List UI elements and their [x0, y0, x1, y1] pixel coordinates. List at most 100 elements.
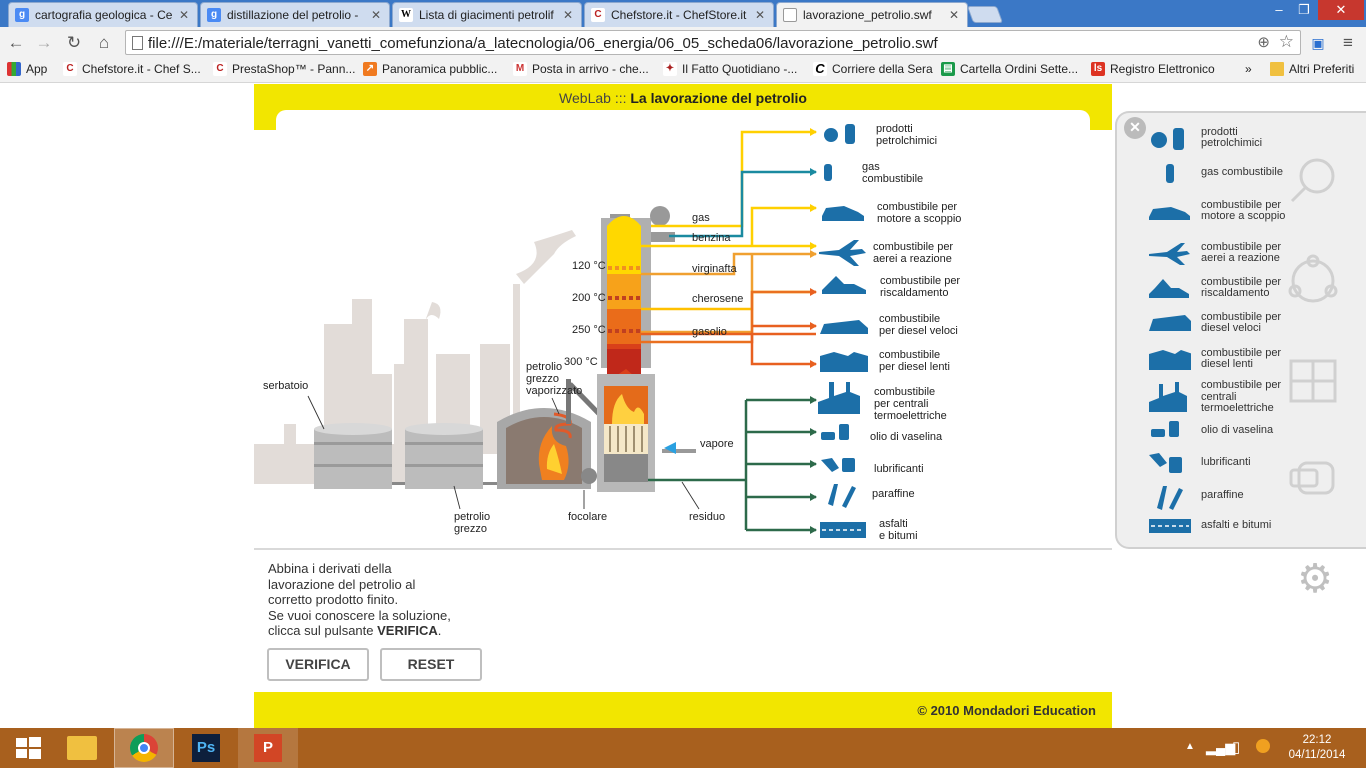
reload-icon[interactable]: ↻ — [62, 31, 86, 55]
maximize-icon[interactable]: ❐ — [1293, 0, 1315, 20]
chemical-products-icon — [1147, 125, 1191, 151]
product-label: per diesel lenti — [879, 361, 950, 373]
windows-taskbar: Ps P ▲ ▂▄▆ ▯ 22:12 04/11/2014 — [0, 728, 1366, 768]
panel-item-label: olio di vaselina — [1201, 424, 1274, 437]
power-plant-icon — [1147, 382, 1191, 413]
analytics-icon: ↗ — [363, 62, 377, 76]
product-label: prodotti — [876, 124, 913, 135]
address-bar[interactable]: file:///E:/materiale/terragni_vanetti_co… — [125, 30, 1301, 55]
panel-item-label: combustibile per aerei a reazione — [1201, 240, 1282, 264]
fast-train-icon — [820, 320, 868, 334]
bookmark-panoramica[interactable]: ↗ Panoramica pubblic... — [363, 62, 497, 76]
settings-gear-icon[interactable]: ⚙ — [1292, 556, 1338, 602]
powerpoint-button[interactable]: P — [238, 728, 298, 768]
instruction-end: . — [437, 623, 442, 639]
panel-item-power-plant[interactable]: combustibile per centrali termoelettrich… — [1147, 379, 1301, 415]
panel-item-ship[interactable]: combustibile per diesel lenti — [1147, 346, 1301, 372]
forward-icon[interactable]: → — [32, 31, 56, 55]
gas-bottle-icon — [1147, 160, 1191, 186]
bookmark-chefstore[interactable]: C Chefstore.it - Chef S... — [63, 62, 201, 76]
bookmark-fatto[interactable]: ✦ Il Fatto Quotidiano -... — [663, 62, 797, 76]
fraction-cherosene: cherosene — [692, 293, 743, 305]
oil-can-icon — [821, 458, 839, 472]
instruction-line: clicca sul pulsante VERIFICA. — [268, 623, 498, 639]
clock-time: 22:12 — [1302, 734, 1332, 746]
product-icons — [818, 124, 868, 538]
bookmark-registro[interactable]: ls Registro Elettronico — [1091, 62, 1215, 76]
file-explorer-button[interactable] — [54, 728, 110, 768]
tab-giacimenti[interactable]: W Lista di giacimenti petrolif ✕ — [392, 2, 582, 27]
url-text: file:///E:/materiale/terragni_vanetti_co… — [148, 35, 938, 52]
divider — [254, 548, 1112, 550]
photoshop-button[interactable]: Ps — [178, 728, 234, 768]
bookmark-label: Chefstore.it - Chef S... — [82, 62, 201, 76]
chemical-products-icon — [824, 128, 838, 142]
signal-icon[interactable]: ▂▄▆ — [1206, 740, 1235, 756]
reset-button[interactable]: RESET — [380, 648, 482, 681]
new-tab-button[interactable] — [966, 6, 1004, 23]
distribution-pipes — [641, 130, 816, 532]
browser-tab-bar: g cartografia geologica - Ce ✕ g distill… — [0, 0, 1366, 27]
notification-icon[interactable] — [1256, 739, 1270, 753]
panel-item-chemical-products[interactable]: prodotti petrolchimici — [1147, 125, 1301, 151]
bookmark-label: Corriere della Sera — [832, 62, 933, 76]
battery-icon[interactable]: ▯ — [1232, 738, 1240, 756]
panel-item-road[interactable]: asfalti e bitumi — [1147, 513, 1301, 539]
bookmark-star-icon[interactable]: ☆ — [1279, 32, 1294, 52]
close-tab-icon[interactable]: ✕ — [753, 8, 767, 22]
panel-item-candles[interactable]: paraffine — [1147, 483, 1301, 510]
page-icon — [132, 36, 143, 50]
back-icon[interactable]: ← — [4, 31, 28, 55]
bookmark-corriere[interactable]: C Corriere della Sera — [813, 62, 933, 76]
clock-date: 04/11/2014 — [1288, 749, 1346, 761]
storage-tanks — [314, 423, 497, 489]
clock[interactable]: 22:12 04/11/2014 — [1282, 733, 1352, 763]
panel-item-vaseline[interactable]: olio di vaselina — [1147, 418, 1301, 444]
tab-chefstore[interactable]: C Chefstore.it - ChefStore.it ✕ — [584, 2, 774, 27]
panel-item-gas-bottle[interactable]: gas combustibile — [1147, 160, 1301, 186]
distillation-column — [597, 206, 696, 492]
close-panel-icon[interactable]: ✕ — [1124, 117, 1146, 139]
close-tab-icon[interactable]: ✕ — [369, 8, 383, 22]
zoom-icon[interactable]: ⊕ — [1257, 33, 1270, 51]
overflow-chevron-icon: » — [1245, 62, 1252, 76]
bookmark-app[interactable]: App — [7, 62, 47, 76]
menu-icon[interactable]: ≡ — [1336, 31, 1360, 55]
close-tab-icon[interactable]: ✕ — [177, 8, 191, 22]
label-focolare: focolare — [568, 511, 607, 523]
product-label: lubrificanti — [874, 463, 924, 475]
road-icon — [1147, 513, 1191, 539]
close-tab-icon[interactable]: ✕ — [561, 8, 575, 22]
bookmarks-overflow[interactable]: » — [1245, 62, 1252, 76]
close-tab-icon[interactable]: ✕ — [947, 8, 961, 22]
chrome-button[interactable] — [114, 728, 174, 768]
panel-item-airplane[interactable]: combustibile per aerei a reazione — [1147, 240, 1301, 266]
panel-item-fast-train[interactable]: combustibile per diesel veloci — [1147, 310, 1301, 336]
tab-distillazione[interactable]: g distillazione del petrolio - ✕ — [200, 2, 390, 27]
tab-title: cartografia geologica - Ce — [35, 8, 173, 22]
bookmark-altri-preferiti[interactable]: Altri Preferiti — [1270, 62, 1354, 76]
bookmark-cartella[interactable]: ▤ Cartella Ordini Sette... — [941, 62, 1078, 76]
tray-expand-icon[interactable]: ▲ — [1185, 741, 1195, 752]
bookmark-prestashop[interactable]: C PrestaShop™ - Pann... — [213, 62, 355, 76]
verify-button[interactable]: VERIFICA — [267, 648, 369, 681]
vaseline-icon — [1147, 418, 1191, 444]
bookmark-posta[interactable]: M Posta in arrivo - che... — [513, 62, 649, 76]
magnifier-icon — [1299, 158, 1335, 194]
close-window-icon[interactable]: ✕ — [1318, 0, 1364, 20]
panel-item-oil-can[interactable]: lubrificanti — [1147, 450, 1301, 476]
panel-item-car[interactable]: combustibile per motore a scoppio — [1147, 198, 1301, 224]
minimize-icon[interactable]: – — [1265, 0, 1293, 20]
start-button[interactable] — [0, 728, 56, 768]
temp-300: 300 °C — [564, 356, 598, 368]
instruction-line: corretto prodotto finito. — [268, 592, 399, 608]
extension-icon[interactable]: ▣ — [1306, 31, 1330, 55]
bookmark-label: App — [26, 62, 48, 76]
panel-item-house[interactable]: combustibile per riscaldamento — [1147, 275, 1301, 301]
home-icon[interactable]: ⌂ — [92, 31, 116, 55]
photoshop-icon: Ps — [192, 734, 220, 762]
product-label: riscaldamento — [880, 287, 948, 299]
bookmark-label: Altri Preferiti — [1289, 62, 1355, 76]
tab-lavorazione-petrolio[interactable]: lavorazione_petrolio.swf ✕ — [776, 2, 968, 27]
tab-cartografia[interactable]: g cartografia geologica - Ce ✕ — [8, 2, 198, 27]
